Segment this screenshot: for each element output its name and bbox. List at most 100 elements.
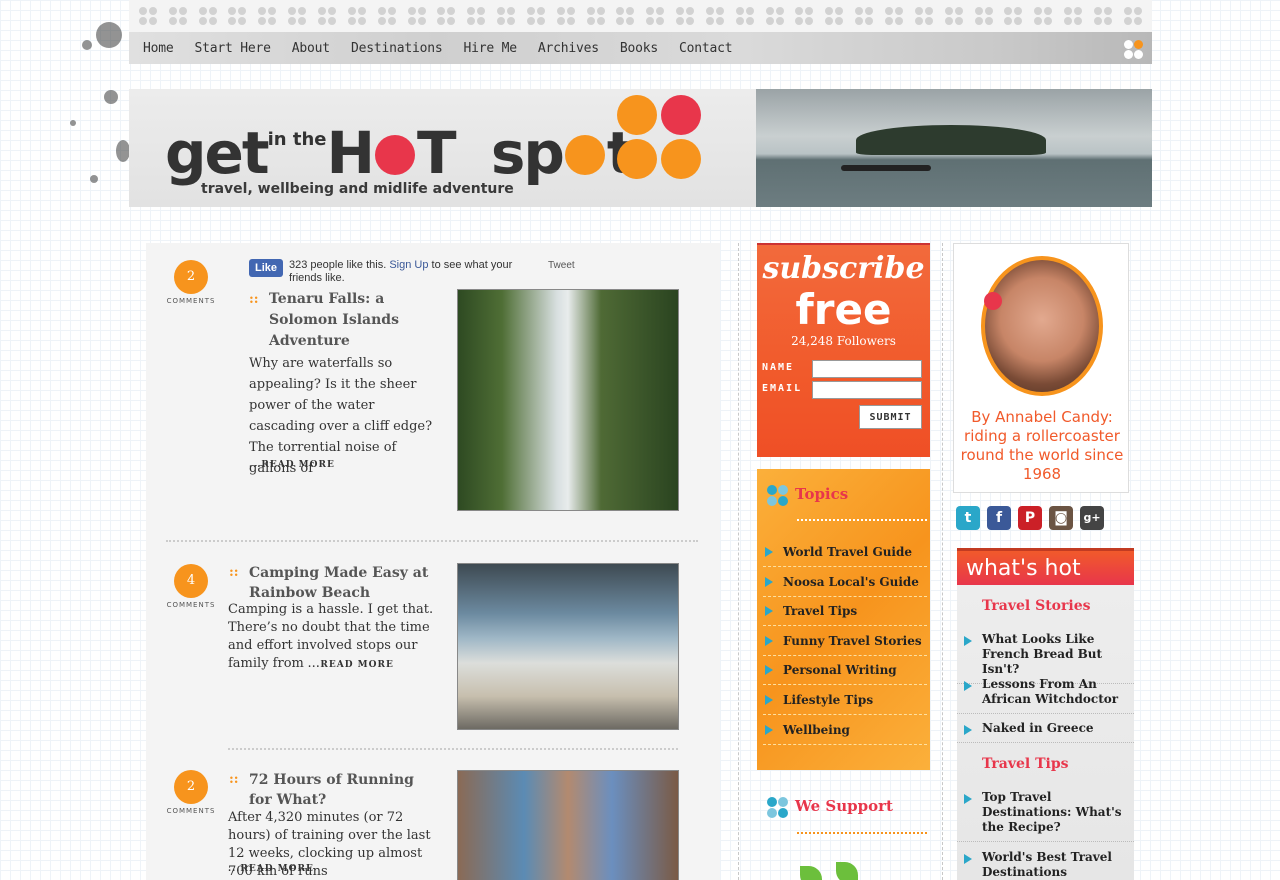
charity-logo[interactable] — [800, 862, 880, 880]
follower-count: 24,248 Followers — [791, 334, 896, 348]
support-underline — [797, 832, 927, 834]
arrow-right-icon — [964, 636, 972, 646]
topic-noosa-guide[interactable]: Noosa Local's Guide — [763, 567, 927, 597]
comment-count-badge[interactable]: 2 COMMENTS — [166, 770, 216, 815]
post-divider — [228, 748, 678, 750]
post-image-waterfall[interactable] — [457, 289, 679, 511]
decorative-dots-icon — [855, 7, 874, 25]
topics-title: Topics — [795, 485, 849, 503]
ink-splat — [96, 22, 122, 48]
email-field[interactable] — [812, 381, 922, 399]
topics-box: Topics World Travel Guide Noosa Local's … — [757, 469, 930, 770]
read-more-link[interactable]: ...READ MORE — [249, 460, 335, 470]
we-support-title: We Support — [795, 797, 893, 815]
decorative-dots-icon — [885, 7, 904, 25]
decorative-dots-icon — [526, 7, 545, 25]
whats-hot-box: what's hot Travel Stories What Looks Lik… — [957, 548, 1134, 880]
whats-hot-banner: what's hot — [957, 548, 1134, 585]
decorative-dots-icon — [676, 7, 695, 25]
subscribe-free: free — [795, 285, 892, 334]
logo-dot-icon — [564, 135, 605, 175]
topic-travel-tips[interactable]: Travel Tips — [763, 596, 927, 626]
hot-tip-item[interactable]: World's Best Travel Destinations — [957, 850, 1134, 880]
header-photo — [756, 89, 1152, 207]
title-marker: :: — [229, 772, 239, 787]
post-image-children[interactable] — [457, 770, 679, 880]
decorative-dots-icon — [437, 7, 456, 25]
facebook-like-text: 323 people like this. Sign Up to see wha… — [289, 259, 513, 284]
comment-count: 2 — [174, 260, 208, 294]
arrow-right-icon — [964, 794, 972, 804]
post-title[interactable]: :: Camping Made Easy at Rainbow Beach — [229, 563, 429, 603]
nav-books[interactable]: Books — [620, 41, 658, 56]
decorative-dots-icon — [228, 7, 247, 25]
arrow-right-icon — [964, 854, 972, 864]
decorative-dots-icon — [138, 7, 157, 25]
posts-column: Like 323 people like this. Sign Up to se… — [146, 243, 720, 880]
decorative-dots-icon — [944, 7, 963, 25]
author-box[interactable]: By Annabel Candy: riding a rollercoaster… — [953, 243, 1129, 493]
arrow-right-icon — [765, 725, 773, 735]
decorative-dots-icon — [705, 7, 724, 25]
site-logo[interactable]: getin theHT spt travel, wellbeing and mi… — [129, 89, 756, 207]
support-icon — [767, 797, 789, 819]
author-caption: By Annabel Candy: riding a rollercoaster… — [960, 408, 1124, 483]
comments-label: COMMENTS — [166, 601, 216, 609]
nav-destinations[interactable]: Destinations — [351, 41, 443, 56]
google-plus-icon[interactable]: g+ — [1080, 506, 1104, 530]
logo-dot-icon — [375, 135, 416, 175]
instagram-icon[interactable]: ◙ — [1049, 506, 1073, 530]
decorative-dots-icon — [974, 7, 993, 25]
pinterest-icon[interactable]: P — [1018, 506, 1042, 530]
nav-contact[interactable]: Contact — [679, 41, 733, 56]
nav-archives[interactable]: Archives — [538, 41, 599, 56]
nav-start-here[interactable]: Start Here — [195, 41, 271, 56]
title-marker: :: — [229, 565, 239, 580]
decorative-dots-icon — [317, 7, 336, 25]
decorative-dots-icon — [735, 7, 754, 25]
post-title[interactable]: :: Tenaru Falls: a Solomon Islands Adven… — [249, 289, 439, 352]
column-separator — [942, 243, 943, 880]
decorative-dots-icon — [1123, 7, 1142, 25]
arrow-right-icon — [765, 606, 773, 616]
column-separator — [738, 243, 739, 880]
topic-wellbeing[interactable]: Wellbeing — [763, 715, 927, 745]
comment-count-badge[interactable]: 4 COMMENTS — [166, 564, 216, 609]
read-more-link[interactable]: ...READ MORE — [308, 660, 394, 670]
facebook-icon[interactable]: f — [987, 506, 1011, 530]
social-links: t f P ◙ g+ — [956, 506, 1104, 530]
decorative-dots-icon — [914, 7, 933, 25]
topic-personal-writing[interactable]: Personal Writing — [763, 655, 927, 685]
decorative-dots-icon — [1064, 7, 1083, 25]
comment-count-badge[interactable]: 2 COMMENTS — [166, 260, 216, 305]
nav-home[interactable]: Home — [143, 41, 174, 56]
topic-funny-travel-stories[interactable]: Funny Travel Stories — [763, 626, 927, 656]
topic-lifestyle-tips[interactable]: Lifestyle Tips — [763, 685, 927, 715]
facebook-signup-link[interactable]: Sign Up — [389, 259, 428, 271]
comments-label: COMMENTS — [166, 807, 216, 815]
hot-story-item[interactable]: Lessons From An African Witchdoctor — [957, 677, 1134, 714]
post-divider — [166, 540, 698, 542]
ink-splat — [104, 90, 118, 104]
name-field[interactable] — [812, 360, 922, 378]
tweet-button[interactable]: Tweet — [548, 260, 575, 271]
arrow-right-icon — [964, 725, 972, 735]
decorative-dots-icon — [407, 7, 426, 25]
topic-world-travel-guide[interactable]: World Travel Guide — [763, 537, 927, 567]
post-image-camping[interactable] — [457, 563, 679, 730]
submit-button[interactable]: SUBMIT — [859, 405, 922, 429]
post-title[interactable]: :: 72 Hours of Running for What? — [229, 770, 439, 810]
twitter-icon[interactable]: t — [956, 506, 980, 530]
hot-tip-item[interactable]: Top Travel Destinations: What's the Reci… — [957, 790, 1134, 842]
facebook-like-button[interactable]: Like — [249, 259, 284, 277]
site-header: getin theHT spt travel, wellbeing and mi… — [129, 89, 1152, 207]
arrow-right-icon — [765, 695, 773, 705]
nav-about[interactable]: About — [292, 41, 330, 56]
top-decoration-strip — [129, 0, 1152, 32]
decorative-dots-icon — [377, 7, 396, 25]
read-more-link[interactable]: ...READ MORE — [228, 864, 314, 874]
decorative-dots-icon — [497, 7, 516, 25]
hot-story-item[interactable]: Naked in Greece — [957, 721, 1134, 743]
decorative-dots-icon — [1004, 7, 1023, 25]
nav-hire-me[interactable]: Hire Me — [463, 41, 517, 56]
